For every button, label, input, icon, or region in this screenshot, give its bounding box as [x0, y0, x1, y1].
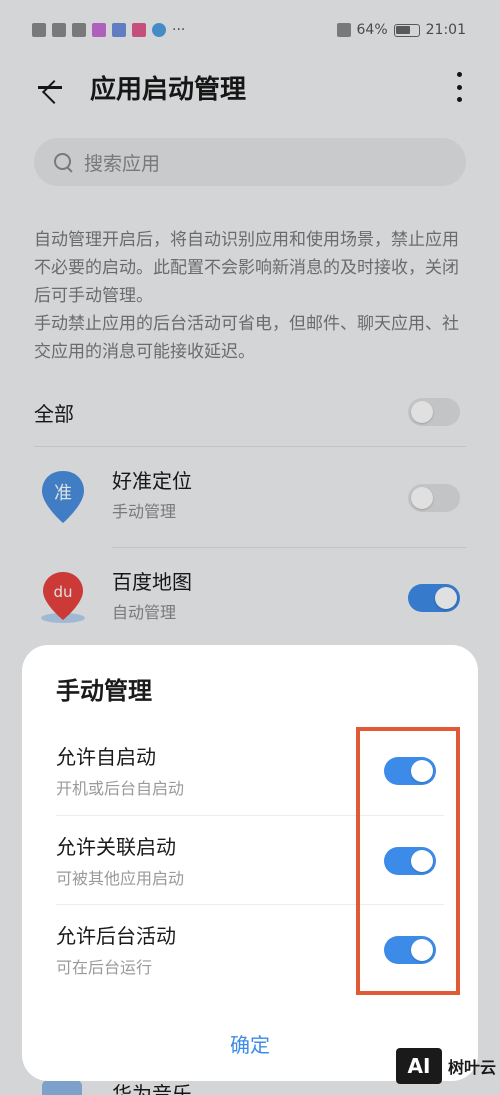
setting-label: 允许自启动 — [56, 745, 156, 769]
dialog-title: 手动管理 — [56, 677, 152, 705]
setting-label: 允许关联启动 — [56, 835, 176, 859]
watermark: AI 树叶云 — [396, 1048, 496, 1084]
setting-label: 允许后台活动 — [56, 924, 176, 948]
setting-description: 可在后台运行 — [56, 958, 153, 977]
watermark-logo: AI — [396, 1048, 442, 1084]
highlight-annotation — [356, 727, 460, 995]
setting-description: 开机或后台自启动 — [56, 779, 185, 798]
setting-description: 可被其他应用启动 — [56, 869, 185, 888]
watermark-text: 树叶云 — [448, 1058, 497, 1077]
